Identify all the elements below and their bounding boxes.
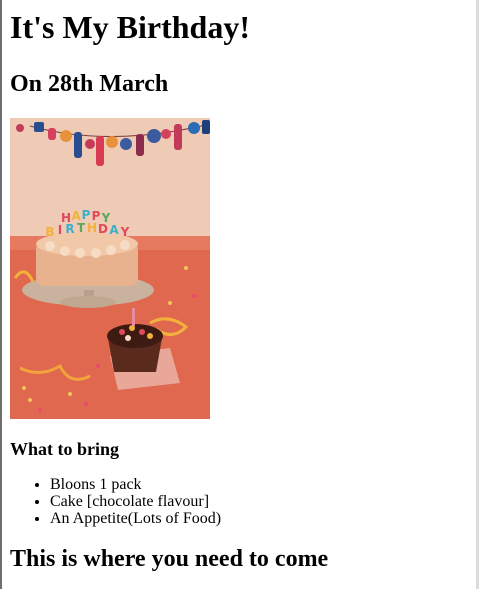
page-title: It's My Birthday! — [10, 9, 250, 45]
svg-text:H: H — [87, 221, 97, 235]
svg-text:Y: Y — [120, 225, 130, 239]
svg-text:P: P — [82, 208, 91, 222]
list-item: An Appetite(Lots of Food) — [50, 510, 470, 527]
svg-text:T: T — [77, 221, 86, 235]
list-item: Cake [chocolate flavour] — [50, 493, 470, 510]
svg-text:D: D — [98, 222, 108, 236]
date-heading: On 28th March — [10, 71, 169, 97]
list-item: Bloons 1 pack — [50, 476, 470, 493]
bring-list: Bloons 1 pack Cake [chocolate flavour] A… — [10, 476, 470, 527]
svg-text:I: I — [58, 223, 62, 237]
location-heading: This is where you need to come — [10, 546, 329, 572]
svg-text:R: R — [65, 222, 74, 236]
window-left-border — [0, 0, 2, 589]
svg-text:B: B — [45, 225, 54, 239]
bring-heading: What to bring — [10, 439, 120, 459]
svg-text:A: A — [109, 223, 119, 237]
page-content: It's My Birthday! On 28th March H A P P … — [10, 0, 470, 573]
birthday-cake-image: H A P P Y B I R T H D A Y — [10, 118, 210, 419]
